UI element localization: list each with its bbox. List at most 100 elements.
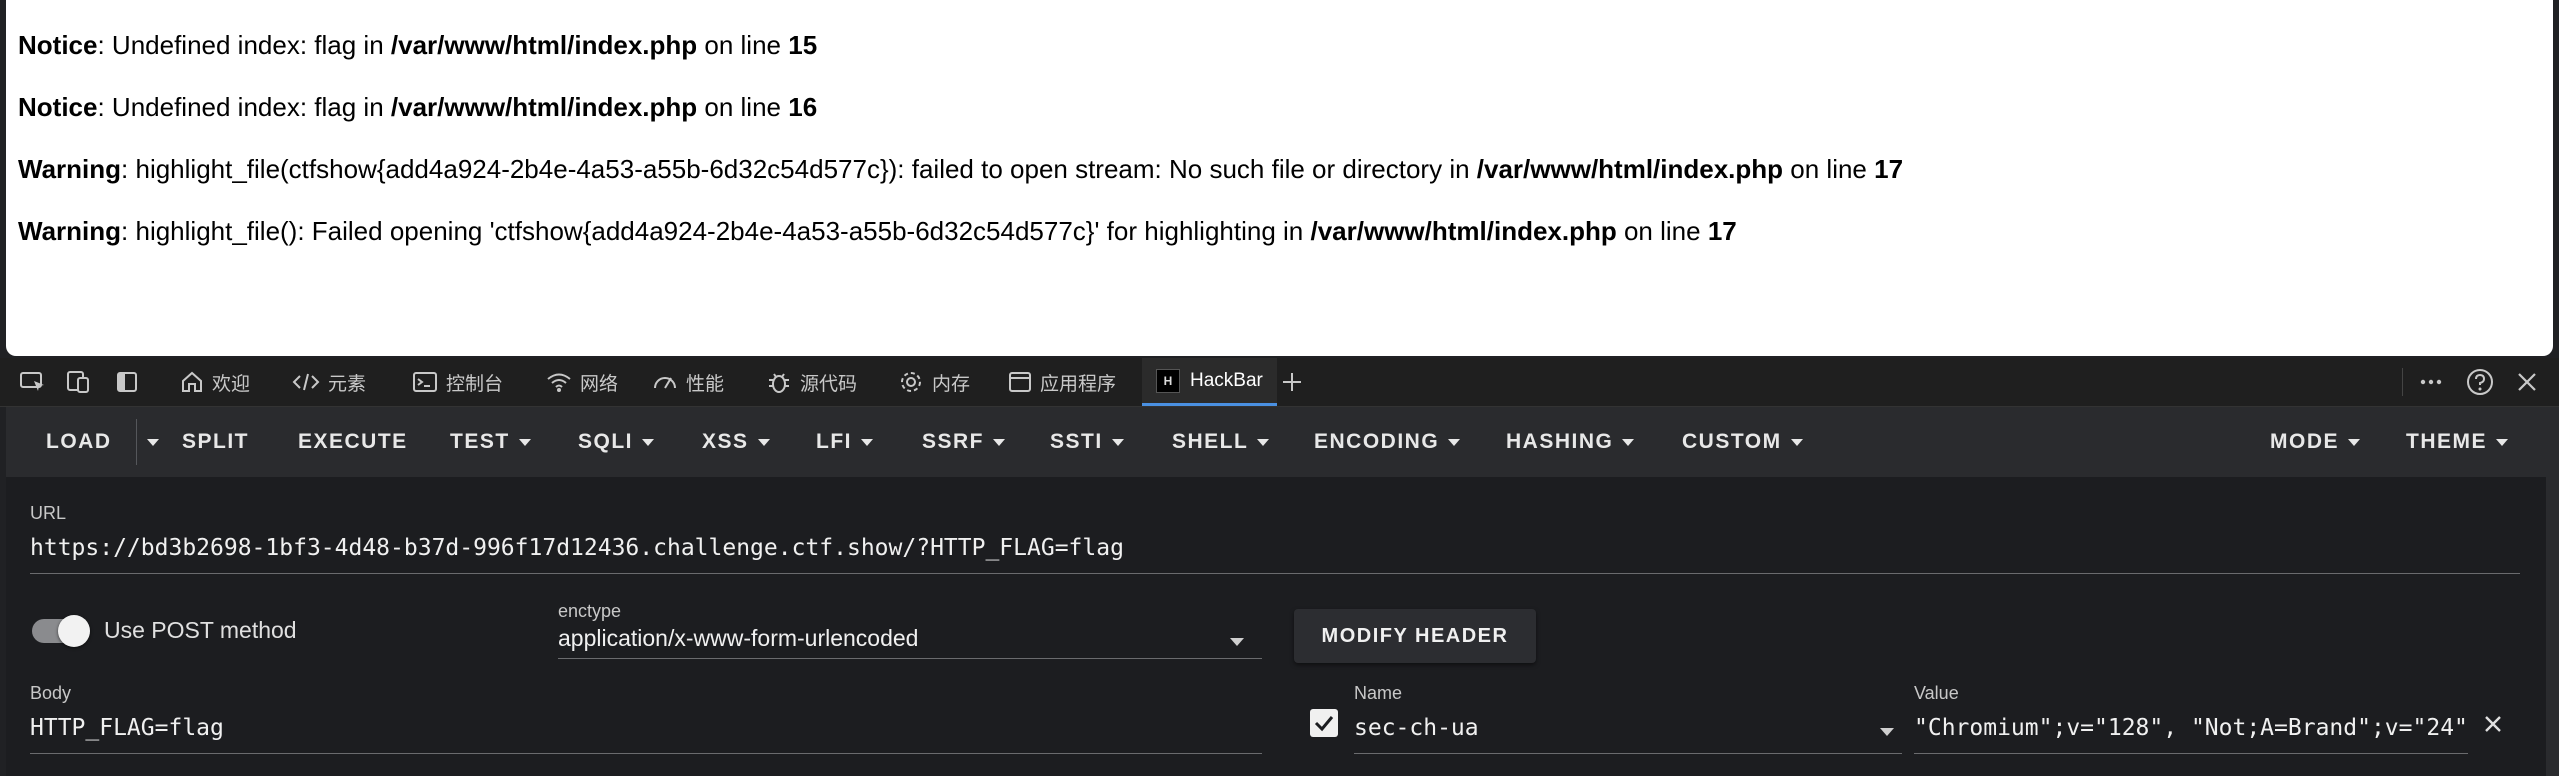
chevron-down-icon xyxy=(1448,438,1461,446)
tab-label: 欢迎 xyxy=(212,373,251,395)
tab-application[interactable]: 应用程序 xyxy=(1008,358,1116,406)
chevron-down-icon xyxy=(757,438,770,446)
ssrf-menu[interactable]: SSRF xyxy=(922,407,1006,477)
custom-menu[interactable]: CUSTOM xyxy=(1682,407,1803,477)
tab-memory[interactable]: 内存 xyxy=(898,358,970,406)
tab-elements[interactable]: 元素 xyxy=(292,358,366,406)
hackbar-toolbar: LOAD SPLIT EXECUTE TEST SQLI XSS LFI SSR… xyxy=(6,407,2546,477)
theme-label: THEME xyxy=(2406,430,2487,453)
tab-network[interactable]: 网络 xyxy=(546,358,618,406)
shell-menu[interactable]: SHELL xyxy=(1172,407,1270,477)
post-method-toggle[interactable] xyxy=(32,615,90,647)
tab-label: 元素 xyxy=(328,373,367,395)
header-value-underline xyxy=(1914,753,2468,754)
header-name-label: Name xyxy=(1354,683,1403,703)
tab-label: 控制台 xyxy=(446,373,504,395)
header-name-input[interactable]: sec-ch-ua xyxy=(1354,715,1884,741)
warning-online: on line xyxy=(1783,154,1875,184)
device-emulation-icon[interactable] xyxy=(66,358,100,406)
warning-online: on line xyxy=(1616,216,1708,246)
tab-label: 源代码 xyxy=(800,373,858,395)
chevron-down-icon xyxy=(518,438,531,446)
post-method-label: Use POST method xyxy=(104,617,297,643)
hashing-menu[interactable]: HASHING xyxy=(1506,407,1635,477)
body-underline xyxy=(30,753,1262,754)
gauge-icon xyxy=(654,377,676,389)
notice-level: Notice xyxy=(18,92,98,122)
warning-level: Warning xyxy=(18,154,122,184)
xss-menu[interactable]: XSS xyxy=(702,407,770,477)
checkmark-icon xyxy=(1314,716,1334,732)
help-icon[interactable] xyxy=(2466,358,2502,406)
url-label: URL xyxy=(30,503,67,523)
tab-sources[interactable]: 源代码 xyxy=(766,358,857,406)
sqli-label: SQLI xyxy=(578,430,634,453)
execute-label: EXECUTE xyxy=(298,430,408,453)
chevron-down-icon xyxy=(642,438,655,446)
chevron-down-icon[interactable] xyxy=(1230,638,1244,646)
header-enabled-checkbox[interactable] xyxy=(1310,709,1338,737)
header-value-input[interactable]: "Chromium";v="128", "Not;A=Brand";v="24"… xyxy=(1914,715,2468,741)
console-icon xyxy=(413,372,437,392)
tab-label: HackBar xyxy=(1190,369,1263,391)
execute-button[interactable]: EXECUTE xyxy=(298,407,408,477)
tab-welcome[interactable]: 欢迎 xyxy=(180,358,250,406)
chevron-down-icon xyxy=(1622,438,1635,446)
chevron-down-icon xyxy=(993,438,1006,446)
ssti-label: SSTI xyxy=(1050,430,1103,453)
remove-header-icon[interactable] xyxy=(2482,713,2504,740)
tab-performance[interactable]: 性能 xyxy=(652,358,724,406)
close-devtools-icon[interactable] xyxy=(2516,358,2546,406)
php-notice-2: Notice: Undefined index: flag in /var/ww… xyxy=(18,92,817,123)
more-options-icon[interactable] xyxy=(2418,358,2452,406)
mode-menu[interactable]: MODE xyxy=(2270,407,2360,477)
header-name-underline xyxy=(1354,753,1902,754)
inspect-element-icon[interactable] xyxy=(20,358,54,406)
notice-online: on line xyxy=(697,30,789,60)
encoding-menu[interactable]: ENCODING xyxy=(1314,407,1461,477)
chevron-down-icon xyxy=(861,438,873,446)
split-button[interactable]: SPLIT xyxy=(182,407,249,477)
mode-label: MODE xyxy=(2270,430,2339,453)
application-icon xyxy=(1009,372,1031,392)
test-menu[interactable]: TEST xyxy=(450,407,531,477)
modify-header-button[interactable]: MODIFY HEADER xyxy=(1294,609,1536,663)
body-input[interactable]: HTTP_FLAG=flag xyxy=(30,715,1262,741)
url-input[interactable]: https://bd3b2698-1bf3-4d48-b37d-996f17d1… xyxy=(30,535,2520,561)
sqli-menu[interactable]: SQLI xyxy=(578,407,655,477)
add-tab-icon[interactable] xyxy=(1280,358,1312,406)
bug-icon xyxy=(769,373,789,393)
toolbar-divider xyxy=(136,419,137,465)
tab-console[interactable]: 控制台 xyxy=(412,358,503,406)
chevron-down-icon[interactable] xyxy=(1880,728,1894,736)
devtools-tabbar: 欢迎 元素 控制台 网络 性能 源代码 内存 应用程序 H HackBar xyxy=(0,358,2559,407)
wifi-icon xyxy=(547,373,571,392)
php-warning-2: Warning: highlight_file(): Failed openin… xyxy=(18,216,1737,247)
load-button[interactable]: LOAD xyxy=(46,407,112,477)
warning-level: Warning xyxy=(18,216,122,246)
load-label: LOAD xyxy=(46,430,112,453)
code-icon xyxy=(292,373,320,391)
shell-label: SHELL xyxy=(1172,430,1249,453)
panel-scrollbar[interactable] xyxy=(2546,407,2559,776)
chevron-down-icon xyxy=(2496,438,2508,446)
ssti-menu[interactable]: SSTI xyxy=(1050,407,1124,477)
load-dropdown-icon[interactable] xyxy=(138,407,159,477)
lfi-menu[interactable]: LFI xyxy=(816,407,873,477)
notice-text: : Undefined index: flag in xyxy=(97,92,391,122)
dock-side-icon[interactable] xyxy=(116,358,146,406)
php-notice-1: Notice: Undefined index: flag in /var/ww… xyxy=(18,30,817,61)
split-label: SPLIT xyxy=(182,430,250,453)
enctype-underline xyxy=(558,658,1262,659)
hashing-label: HASHING xyxy=(1506,430,1614,453)
notice-line: 15 xyxy=(788,30,818,60)
lfi-label: LFI xyxy=(816,430,852,453)
hackbar-panel: URL https://bd3b2698-1bf3-4d48-b37d-996f… xyxy=(6,477,2546,776)
theme-menu[interactable]: THEME xyxy=(2406,407,2508,477)
chevron-down-icon xyxy=(1790,438,1803,446)
tab-hackbar[interactable]: H HackBar xyxy=(1142,358,1277,406)
custom-label: CUSTOM xyxy=(1682,430,1782,453)
body-label: Body xyxy=(30,683,72,703)
toggle-knob xyxy=(58,615,90,647)
enctype-select[interactable]: application/x-www-form-urlencoded xyxy=(558,625,918,652)
